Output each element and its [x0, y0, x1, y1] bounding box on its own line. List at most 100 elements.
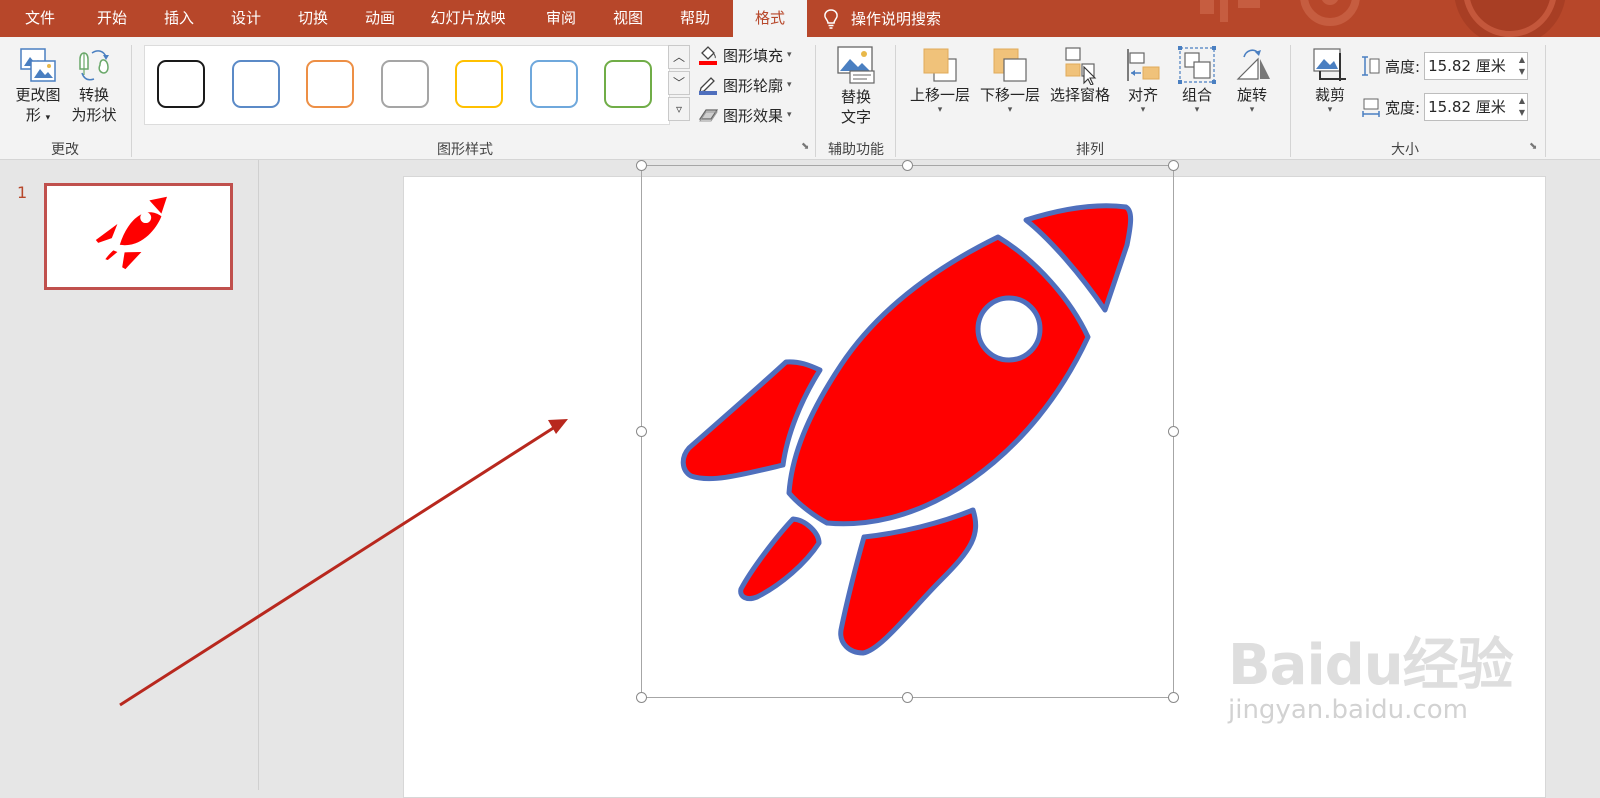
- graphic-style-gallery: [144, 45, 670, 125]
- rocket-fin-small: [738, 516, 822, 602]
- height-row: 高度: 15.82 厘米 ▲ ▼: [1361, 51, 1529, 81]
- ribbon: 更改图 形 ▾ 转换 为形状 更改 ︿ ﹀ ▿ 图形填充 ▾ 图形轮廓 ▾ 图形…: [0, 37, 1600, 160]
- baidu-watermark: Baidu经验 jingyan.baidu.com: [1228, 620, 1514, 725]
- chevron-down-icon: ▾: [1327, 105, 1333, 115]
- bring-forward-label: 上移一层: [909, 86, 970, 104]
- send-backward-button[interactable]: 下移一层 ▾: [975, 45, 1045, 115]
- change-graphic-label-line1: 更改图: [15, 86, 61, 104]
- convert-to-shape-icon: [79, 50, 109, 81]
- tell-me-search[interactable]: 操作说明搜索: [823, 0, 941, 37]
- convert-shape-label-line2: 为形状: [71, 106, 117, 124]
- tab-file[interactable]: 文件: [20, 0, 60, 37]
- chevron-down-icon: ▾: [787, 50, 792, 60]
- style-swatch-1[interactable]: [157, 60, 205, 108]
- gallery-scroll-down-button[interactable]: ﹀: [668, 71, 690, 95]
- group-objects-button[interactable]: 组合 ▾: [1172, 45, 1222, 115]
- rotate-button[interactable]: 旋转 ▾: [1227, 45, 1277, 115]
- crop-icon: [1313, 48, 1346, 81]
- group-label-change: 更改: [51, 142, 79, 158]
- tab-format[interactable]: 格式: [733, 0, 807, 37]
- group-label-size: 大小: [1391, 142, 1419, 158]
- alt-text-icon: [837, 46, 875, 84]
- chevron-down-icon: ▾: [937, 105, 943, 115]
- style-swatch-5[interactable]: [455, 60, 503, 108]
- align-label: 对齐: [1127, 86, 1158, 104]
- send-backward-label: 下移一层: [979, 86, 1040, 104]
- crop-label: 裁剪: [1314, 86, 1345, 104]
- style-swatch-2[interactable]: [232, 60, 280, 108]
- tab-transitions[interactable]: 切换: [293, 0, 333, 37]
- tab-animations[interactable]: 动画: [360, 0, 400, 37]
- group-separator: [1290, 45, 1291, 157]
- slide-thumbnail[interactable]: [44, 183, 233, 290]
- style-swatch-7[interactable]: [604, 60, 652, 108]
- group-separator: [895, 45, 896, 157]
- shape-outline-button[interactable]: 图形轮廓 ▾: [697, 73, 792, 97]
- chevron-down-icon: ▾: [787, 110, 792, 120]
- shape-effects-icon: [698, 109, 719, 122]
- group-objects-icon: [1178, 46, 1216, 84]
- style-swatch-3[interactable]: [306, 60, 354, 108]
- rocket-thumbnail-icon: [95, 196, 167, 270]
- slide-number: 1: [17, 183, 28, 202]
- shape-fill-button[interactable]: 图形填充 ▾: [697, 43, 792, 67]
- width-input[interactable]: 15.82 厘米 ▲ ▼: [1424, 93, 1529, 121]
- shape-effects-button[interactable]: 图形效果 ▾: [697, 103, 792, 127]
- tab-design[interactable]: 设计: [226, 0, 266, 37]
- chevron-down-icon: ▾: [1140, 105, 1146, 115]
- chevron-down-icon: ▾: [1249, 105, 1255, 115]
- spin-arrows-icon[interactable]: ▲ ▼: [1519, 95, 1525, 119]
- group-label-graphic-styles: 图形样式: [437, 142, 493, 158]
- width-value: 15.82 厘米: [1428, 98, 1506, 116]
- tab-view[interactable]: 视图: [608, 0, 648, 37]
- change-graphic-label-line2: 形: [25, 106, 41, 124]
- bring-forward-button[interactable]: 上移一层 ▾: [905, 45, 975, 115]
- tab-insert[interactable]: 插入: [159, 0, 199, 37]
- shape-effects-label: 图形效果: [723, 106, 784, 125]
- change-graphic-button[interactable]: 更改图 形 ▾: [10, 45, 66, 128]
- group-separator: [1545, 45, 1546, 157]
- dialog-launcher-icon[interactable]: ⬊: [801, 141, 813, 153]
- shape-outline-label: 图形轮廓: [723, 76, 784, 95]
- selection-pane-label: 选择窗格: [1049, 86, 1110, 104]
- dialog-launcher-icon[interactable]: ⬊: [1529, 141, 1541, 153]
- align-button[interactable]: 对齐 ▾: [1118, 45, 1168, 115]
- tab-review[interactable]: 审阅: [541, 0, 581, 37]
- group-label-accessibility: 辅助功能: [828, 142, 884, 158]
- change-graphic-icon: [20, 48, 56, 82]
- align-icon: [1127, 49, 1160, 81]
- style-swatch-6[interactable]: [530, 60, 578, 108]
- gallery-scroll-up-button[interactable]: ︿: [668, 45, 690, 69]
- alt-text-button[interactable]: 替换 文字: [826, 45, 886, 127]
- rocket-body: [786, 234, 1091, 527]
- height-value: 15.82 厘米: [1428, 57, 1506, 75]
- spin-arrows-icon[interactable]: ▲ ▼: [1519, 54, 1525, 78]
- lightbulb-icon: [824, 8, 838, 29]
- alt-text-label-line1: 替换: [840, 88, 871, 106]
- chevron-down-icon: ▾: [787, 80, 792, 90]
- more-icon: ▿: [675, 102, 683, 116]
- pen-outline-icon: [699, 77, 717, 95]
- shape-height-icon: [1362, 56, 1380, 76]
- convert-to-shape-button[interactable]: 转换 为形状: [66, 45, 122, 125]
- tab-help[interactable]: 帮助: [675, 0, 715, 37]
- group-separator: [815, 45, 816, 157]
- watermark-brand: Baidu经验: [1228, 633, 1514, 698]
- alt-text-label-line2: 文字: [840, 108, 871, 126]
- gallery-more-button[interactable]: ▿: [668, 97, 690, 121]
- bring-forward-icon: [923, 48, 957, 82]
- selection-pane-icon: [1065, 47, 1097, 85]
- style-swatch-4[interactable]: [381, 60, 429, 108]
- tab-slideshow[interactable]: 幻灯片放映: [425, 0, 511, 37]
- rocket-icon[interactable]: [641, 165, 1174, 698]
- chevron-down-icon: ▾: [1007, 105, 1013, 115]
- shape-width-icon: [1362, 98, 1380, 117]
- height-input[interactable]: 15.82 厘米 ▲ ▼: [1424, 52, 1529, 80]
- crop-button[interactable]: 裁剪 ▾: [1303, 45, 1357, 115]
- rocket-window: [975, 295, 1043, 363]
- tab-home[interactable]: 开始: [92, 0, 132, 37]
- group-label: 组合: [1181, 86, 1212, 104]
- title-bar-decoration: [1200, 0, 1566, 37]
- chevron-down-icon: ﹀: [672, 76, 685, 90]
- selection-pane-button[interactable]: 选择窗格: [1045, 45, 1115, 105]
